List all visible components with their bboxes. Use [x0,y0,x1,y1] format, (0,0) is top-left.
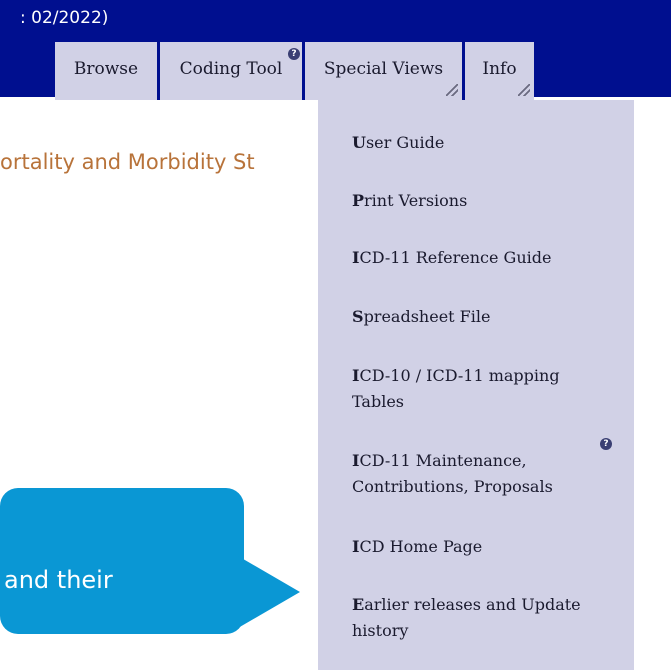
tab-browse[interactable]: Browse [55,42,157,100]
help-icon[interactable]: ? [600,438,612,450]
menu-item-icd-home-page[interactable]: ICD Home Page [352,534,602,560]
info-dropdown-menu: User Guide Print Versions ICD-11 Referen… [318,100,634,670]
tab-special-views-label: Special Views [323,59,444,79]
tooltip-callout [0,488,244,634]
menu-item-reference-guide[interactable]: ICD-11 Reference Guide [352,245,602,271]
release-version-label: : 02/2022) [20,8,109,28]
menu-item-user-guide[interactable]: User Guide [352,130,602,156]
tab-special-views[interactable]: Special Views [302,42,462,100]
callout-pointer [238,556,300,628]
tab-info-label: Info [482,59,517,79]
resize-grip-icon [446,84,458,96]
menu-item-spreadsheet-file[interactable]: Spreadsheet File [352,304,602,330]
menu-item-print-versions[interactable]: Print Versions [352,188,602,214]
tab-coding-tool[interactable]: Coding Tool ? [157,42,302,100]
callout-text: and their [4,566,113,594]
tab-browse-label: Browse [73,59,139,79]
tab-info[interactable]: Info [462,42,534,100]
menu-item-earlier-releases[interactable]: Earlier releases and Update history [352,592,602,644]
help-icon[interactable]: ? [288,48,300,60]
menu-item-mapping-tables[interactable]: ICD-10 / ICD-11 mapping Tables [352,363,602,415]
resize-grip-icon [518,84,530,96]
tab-coding-tool-label: Coding Tool [179,59,283,79]
page-title: ortality and Morbidity St [0,150,255,174]
menu-item-maintenance[interactable]: ICD-11 Maintenance, Contributions, Propo… [352,448,602,500]
top-navigation-bar: : 02/2022) Browse Coding Tool ? Special … [0,0,671,100]
